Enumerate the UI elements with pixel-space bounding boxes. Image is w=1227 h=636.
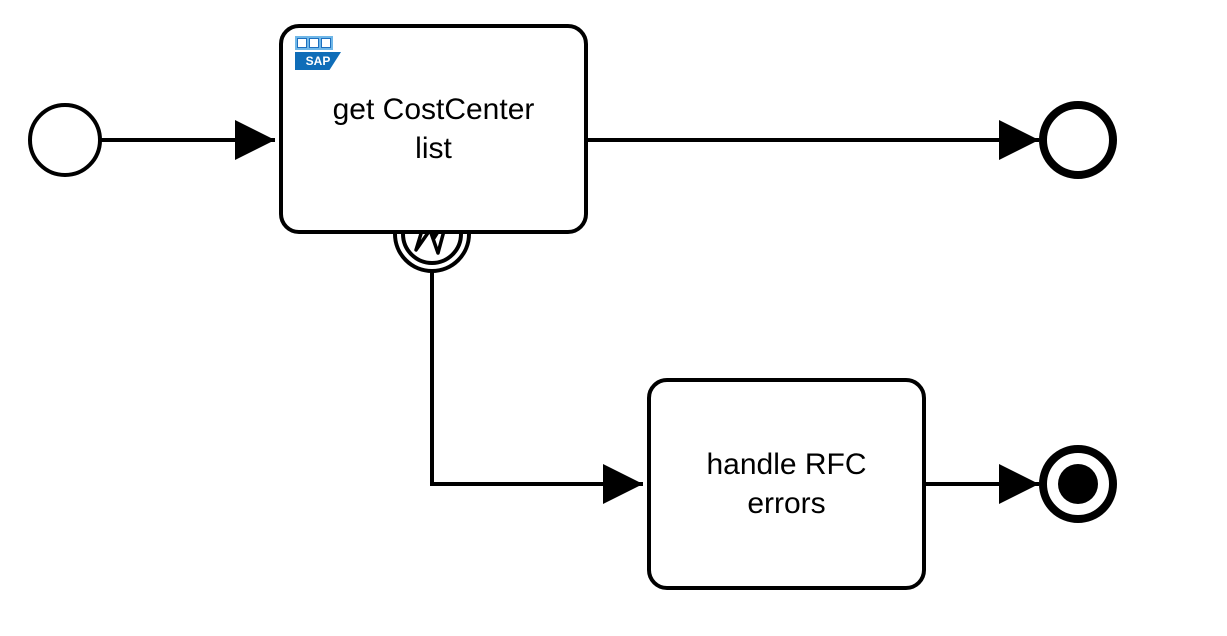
sap-connector-icon: SAP xyxy=(295,36,341,70)
end-event[interactable] xyxy=(1043,105,1113,175)
task-label: handle RFC errors xyxy=(691,445,881,523)
start-event[interactable] xyxy=(30,105,100,175)
task-get-costcenter-list[interactable]: SAP get CostCenter list xyxy=(279,24,588,234)
task-label-line2: list xyxy=(415,132,452,165)
bpmn-diagram: SAP get CostCenter list handle RFC error… xyxy=(0,0,1227,636)
task-label-line1: handle RFC xyxy=(706,448,866,481)
task-handle-rfc-errors[interactable]: handle RFC errors xyxy=(647,378,926,590)
sequence-flow xyxy=(432,271,643,484)
task-label-line2: errors xyxy=(747,487,825,520)
task-label-line1: get CostCenter xyxy=(333,93,535,126)
end-event-terminate-inner xyxy=(1058,464,1098,504)
task-label: get CostCenter list xyxy=(318,90,550,168)
